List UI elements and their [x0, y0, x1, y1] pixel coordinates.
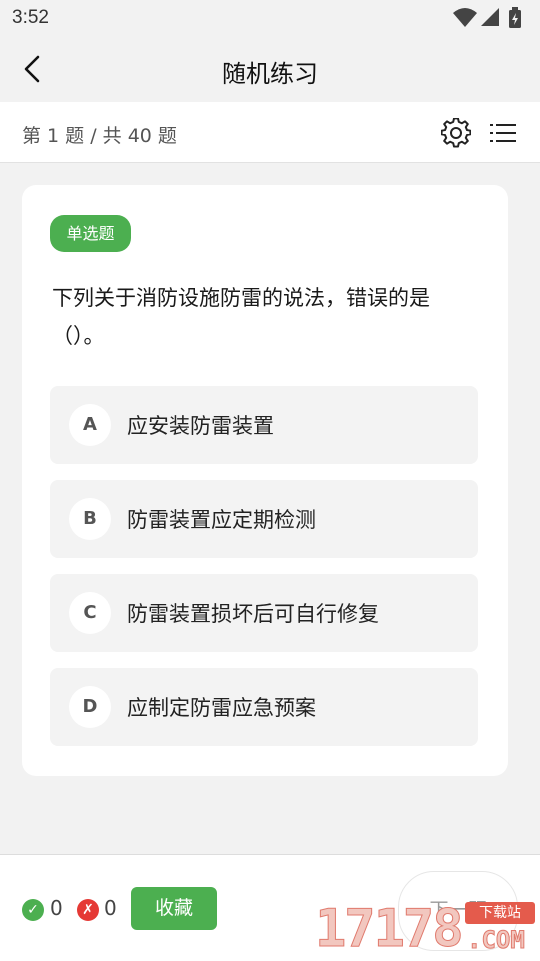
question-list-button[interactable] — [490, 122, 516, 144]
status-bar: 3:52 — [0, 0, 540, 36]
site-watermark: 17178 下载站 .COM — [315, 898, 540, 960]
gear-icon — [440, 117, 472, 148]
option-text: 应安装防雷装置 — [127, 414, 274, 438]
watermark-digits: 17178 — [315, 899, 465, 960]
correct-count: 0 — [50, 896, 63, 920]
watermark-suffix: .COM — [467, 926, 526, 955]
favorite-button[interactable]: 收藏 — [131, 887, 217, 930]
option-text: 防雷装置应定期检测 — [127, 508, 316, 532]
option-b[interactable]: B 防雷装置应定期检测 — [50, 480, 478, 558]
page-title: 随机练习 — [222, 60, 318, 88]
wrong-count: 0 — [104, 896, 117, 920]
status-time: 3:52 — [12, 7, 49, 28]
app-bar: 随机练习 — [0, 36, 540, 102]
option-letter: C — [69, 592, 111, 634]
check-icon: ✓ — [22, 899, 44, 921]
cross-icon: ✗ — [77, 899, 99, 921]
battery-charging-icon — [509, 7, 521, 28]
watermark-tag: 下载站 — [465, 902, 535, 924]
signal-icon — [481, 8, 499, 26]
option-letter: D — [69, 686, 111, 728]
question-card: 单选题 下列关于消防设施防雷的说法，错误的是（）。 A 应安装防雷装置 B 防雷… — [22, 185, 508, 776]
option-letter: A — [69, 404, 111, 446]
list-icon — [490, 124, 516, 142]
question-progress-bar: 第 1 题 / 共 40 题 — [0, 102, 540, 163]
option-letter: B — [69, 498, 111, 540]
wifi-icon — [453, 8, 477, 27]
settings-button[interactable] — [440, 117, 472, 148]
option-d[interactable]: D 应制定防雷应急预案 — [50, 668, 478, 746]
question-type-badge: 单选题 — [50, 215, 131, 252]
question-counter: 第 1 题 / 共 40 题 — [22, 125, 177, 147]
option-c[interactable]: C 防雷装置损坏后可自行修复 — [50, 574, 478, 652]
question-text: 下列关于消防设施防雷的说法，错误的是（）。 — [52, 286, 430, 348]
option-text: 防雷装置损坏后可自行修复 — [127, 602, 379, 626]
option-a[interactable]: A 应安装防雷装置 — [50, 386, 478, 464]
option-text: 应制定防雷应急预案 — [127, 696, 316, 720]
